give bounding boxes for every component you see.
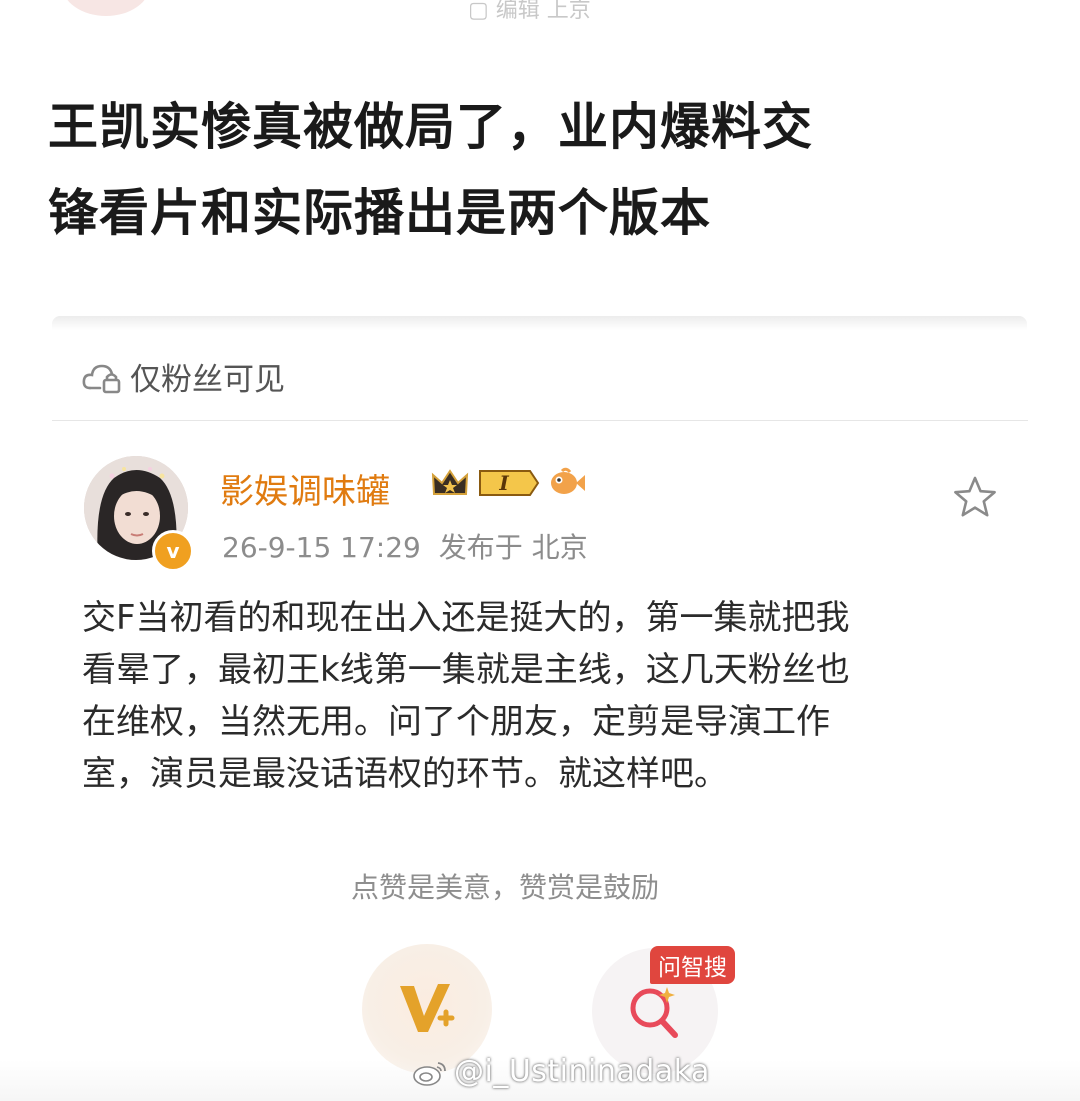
level-badge-icon: I [479, 470, 540, 496]
card-top-edge [52, 316, 1027, 330]
visibility-row: 仅粉丝可见 [80, 352, 285, 400]
verified-badge: v [152, 530, 194, 572]
post-body: 交F当初看的和现在出入还是挺大的，第一集就把我 看晕了，最初王k线第一集就是主线… [82, 592, 997, 800]
article-title: 王凯实惨真被做局了，业内爆料交 锋看片和实际播出是两个版本 [48, 84, 1028, 256]
post-location: 发布于 北京 [438, 531, 588, 564]
level-badge-text: I [498, 471, 509, 495]
ai-badge: 问智搜 [650, 946, 735, 984]
previous-meta: ▢ 编辑 上京 [468, 0, 591, 23]
watermark: @i_Ustininadaka [412, 1054, 710, 1089]
top-strip: ▢ 编辑 上京 [0, 0, 1080, 23]
v-plus-icon [400, 984, 455, 1032]
fish-icon [551, 467, 585, 494]
title-line-1: 王凯实惨真被做局了，业内爆料交 [48, 98, 813, 156]
visibility-label: 仅粉丝可见 [130, 361, 285, 398]
post-meta: 26-9-15 17:29 发布于 北京 [222, 526, 588, 566]
author-badges: I [430, 466, 586, 500]
star-icon[interactable] [952, 474, 998, 520]
like-hint: 点赞是美意，赞赏是鼓励 [350, 871, 659, 904]
previous-avatar [62, 0, 150, 16]
watermark-handle: @i_Ustininadaka [454, 1054, 710, 1089]
weibo-logo-icon [413, 1061, 446, 1086]
smart-search-icon [630, 987, 678, 1038]
post-line-1: 交F当初看的和现在出入还是挺大的，第一集就把我 [82, 598, 850, 638]
post-line-4: 室，演员是最没话语权的环节。就这样吧。 [82, 754, 728, 794]
lock-cloud-icon [82, 364, 121, 394]
crown-icon [431, 469, 469, 495]
author-name[interactable]: 影娱调味罐 [220, 464, 390, 513]
title-line-2: 锋看片和实际播出是两个版本 [48, 184, 711, 242]
post-timestamp: 26-9-15 17:29 [222, 531, 421, 564]
post-line-2: 看晕了，最初王k线第一集就是主线，这几天粉丝也 [82, 650, 850, 690]
divider [52, 420, 1028, 421]
post-line-3: 在维权，当然无用。问了个朋友，定剪是导演工作 [82, 702, 830, 742]
